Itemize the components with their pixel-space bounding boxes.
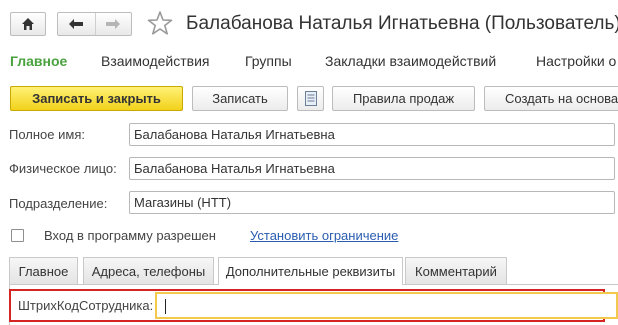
section-groups[interactable]: Группы [245, 53, 292, 69]
section-settings[interactable]: Настройки о [536, 53, 616, 69]
section-interaction-bookmarks[interactable]: Закладки взаимодействий [325, 53, 496, 69]
home-icon [22, 18, 34, 30]
full-name-field[interactable]: Балабанова Наталья Игнатьевна [129, 123, 615, 146]
back-button[interactable] [58, 13, 95, 35]
full-name-label: Полное имя: [9, 127, 85, 142]
login-allowed-label: Вход в программу разрешен [44, 228, 216, 243]
tab-comment[interactable]: Комментарий [405, 257, 507, 284]
window-title: Балабанова Наталья Игнатьевна (Пользоват… [186, 13, 618, 34]
create-based-on-button[interactable]: Создать на основа [484, 86, 618, 111]
employee-barcode-input[interactable] [155, 292, 618, 319]
save-and-close-button[interactable]: Записать и закрыть [10, 86, 183, 111]
login-allowed-checkbox[interactable] [11, 229, 24, 242]
forward-arrow-icon [106, 19, 121, 29]
sales-rules-button[interactable]: Правила продаж [332, 86, 475, 111]
text-caret [165, 299, 166, 314]
person-field[interactable]: Балабанова Наталья Игнатьевна [129, 157, 615, 180]
person-label: Физическое лицо: [9, 161, 117, 176]
home-button[interactable] [10, 12, 46, 36]
tab-addresses-phones[interactable]: Адреса, телефоны [83, 257, 214, 284]
tab-main[interactable]: Главное [9, 257, 78, 284]
back-arrow-icon [69, 19, 84, 29]
section-interactions[interactable]: Взаимодействия [101, 53, 210, 69]
employee-barcode-label: ШтрихКодСотрудника: [18, 298, 154, 313]
set-restriction-link[interactable]: Установить ограничение [250, 228, 398, 243]
document-list-icon [304, 91, 317, 106]
department-label: Подразделение: [9, 196, 108, 211]
navigation-buttons [57, 12, 132, 36]
star-icon[interactable] [147, 10, 173, 36]
section-main[interactable]: Главное [10, 53, 67, 69]
department-field[interactable]: Магазины (НТТ) [129, 191, 615, 214]
forward-button[interactable] [94, 13, 132, 35]
tab-additional-attributes[interactable]: Дополнительные реквизиты [218, 257, 403, 285]
document-list-button[interactable] [297, 86, 324, 111]
save-button[interactable]: Записать [192, 86, 288, 111]
